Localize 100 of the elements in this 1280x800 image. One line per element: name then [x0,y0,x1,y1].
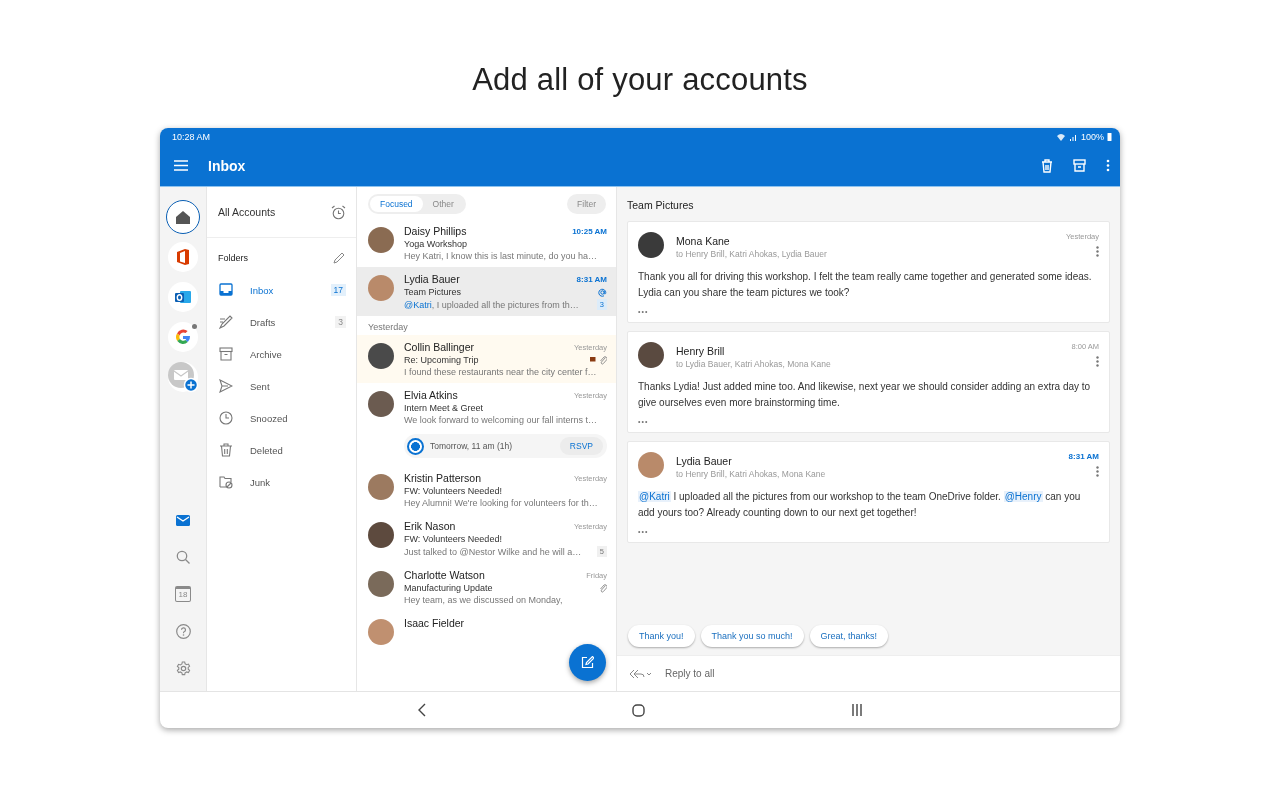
message-preview: Just talked to @Nestor Wilke and he will a… [404,546,582,557]
account-button[interactable] [168,282,198,312]
avatar-photo [368,522,394,548]
avatar-photo [368,571,394,597]
reply-all-icon[interactable] [629,668,651,679]
notification-dot [192,324,197,329]
message-item[interactable]: Isaac Fielder [357,611,616,651]
compose-icon [581,656,594,669]
office-icon[interactable] [176,249,190,265]
unread-count: 17 [330,284,346,296]
message-body: Thanks Lydia! Just added mine too. And likewise, next year we should consider adding an extra day to give ourselves even more brainstorming time. [638,380,1092,410]
junk-folder-icon [219,475,233,489]
alarm-clock-icon[interactable] [331,204,346,220]
trash-icon[interactable] [1041,158,1053,173]
event-time: Tomorrow, 11 am (1h) [430,441,514,451]
conversation-subject: Team Pictures [626,198,695,213]
message-preview: I found these restaurants near the city center f… [404,367,597,377]
archive-icon[interactable] [1073,159,1086,172]
reply-bar[interactable]: Reply to all [617,655,1120,691]
google-icon[interactable] [175,329,191,345]
message-subject: Intern Meet & Greet [404,403,484,413]
account-label: All Accounts [218,206,276,218]
message-subject: FW: Volunteers Needed! [404,534,502,544]
message-preview: Hey Alumni! We're looking for volunteers for th… [404,498,598,508]
pencil-icon[interactable] [333,252,345,264]
app-title: Inbox [208,157,247,174]
message-recipients: to Henry Brill, Katri Ahokas, Mona Kane [676,469,827,479]
inbox-folder-icon [219,283,233,297]
event-chip[interactable]: Tomorrow, 11 am (1h) RSVP [404,434,607,458]
message-recipients: to Lydia Bauer, Katri Ahokas, Mona Kane [676,359,832,369]
mail-tab[interactable]: Focused [370,196,423,212]
message-sender: Elvia Atkins [404,389,458,401]
folder-item[interactable]: Drafts 3 [207,306,356,338]
filter-button[interactable]: Filter [567,194,606,214]
rsvp-button[interactable]: RSVP [559,437,603,455]
message-sender: Lydia Bauer [676,455,733,467]
recent-apps-icon[interactable] [850,704,863,716]
archive-folder-icon [219,347,233,361]
folder-item[interactable]: Inbox 17 [207,274,356,306]
account-button[interactable] [168,322,198,352]
message-recipients: to Henry Brill, Katri Ahokas, Lydia Bauer [676,249,828,259]
quick-reply-button[interactable]: Thank you! [628,625,695,647]
avatar-photo [368,474,394,500]
folder-item[interactable]: Sent [207,370,356,402]
outlook-icon[interactable] [175,290,191,304]
settings-icon[interactable] [175,660,191,676]
quick-reply-button[interactable]: Thank you so much! [700,625,804,647]
more-options-icon[interactable] [1096,246,1099,257]
battery-icon [1107,132,1112,141]
mail-tab[interactable]: Other [422,196,464,212]
home-icon[interactable] [631,703,645,717]
folder-item[interactable]: Junk [207,466,356,498]
home-icon[interactable] [176,210,190,224]
add-account-icon[interactable] [167,361,199,393]
avatar-photo [368,343,394,369]
more-options-icon[interactable] [1106,159,1110,172]
message-time: 8:31 AM [1068,452,1099,461]
more-options-icon[interactable] [1096,356,1099,367]
avatar-photo [368,619,394,645]
message-sender: Kristin Patterson [404,472,482,484]
message-subject: FW: Volunteers Needed! [404,486,502,496]
menu-icon[interactable] [174,160,188,171]
section-header: Yesterday [367,321,409,334]
deleted-folder-icon [219,443,233,457]
signal-icon [1068,132,1078,141]
headline: Add all of your accounts [472,62,808,98]
avatar-photo [368,227,394,253]
drafts-folder-icon [219,315,233,329]
folder-item[interactable]: Archive [207,338,356,370]
calendar-icon[interactable]: 18 [175,586,191,602]
mention-link[interactable]: @Katri [638,491,671,502]
avatar-photo [368,391,394,417]
wifi-icon [1055,132,1066,141]
folder-item[interactable]: Deleted [207,434,356,466]
mention-link[interactable]: @Henry [1003,491,1043,502]
account-button[interactable] [166,200,200,234]
back-icon[interactable] [417,703,426,717]
account-button[interactable] [168,242,198,272]
sent-folder-icon [219,379,233,393]
message-time: 8:31 AM [576,274,607,284]
message-sender: Daisy Phillips [404,225,467,237]
quick-reply-button[interactable]: Great, thanks! [809,625,889,647]
message-sender: Isaac Fielder [404,617,465,629]
snoozed-folder-icon [219,411,233,425]
status-time: 10:28 AM [172,131,211,142]
mail-icon[interactable] [176,514,190,526]
message-subject: Re: Upcoming Trip [404,355,479,365]
search-icon[interactable] [176,550,190,564]
folders-heading: Folders [218,253,248,263]
mention-link[interactable]: @Katri [404,299,432,310]
help-icon[interactable] [175,623,191,639]
more-options-icon[interactable] [1096,466,1099,477]
folder-item[interactable]: Snoozed [207,402,356,434]
message-time: 10:25 AM [572,226,607,236]
compose-button[interactable] [569,644,606,681]
message-sender: Erik Nason [404,520,456,532]
message-item[interactable]: Daisy Phillips 10:25 AM Yoga Workshop Hey Katri, I know this is last minute, do you ha… [357,219,616,267]
message-subject: Manufacturing Update [404,583,493,593]
reply-all-label: Reply to all [665,668,715,679]
message-sender: Henry Brill [676,345,726,357]
